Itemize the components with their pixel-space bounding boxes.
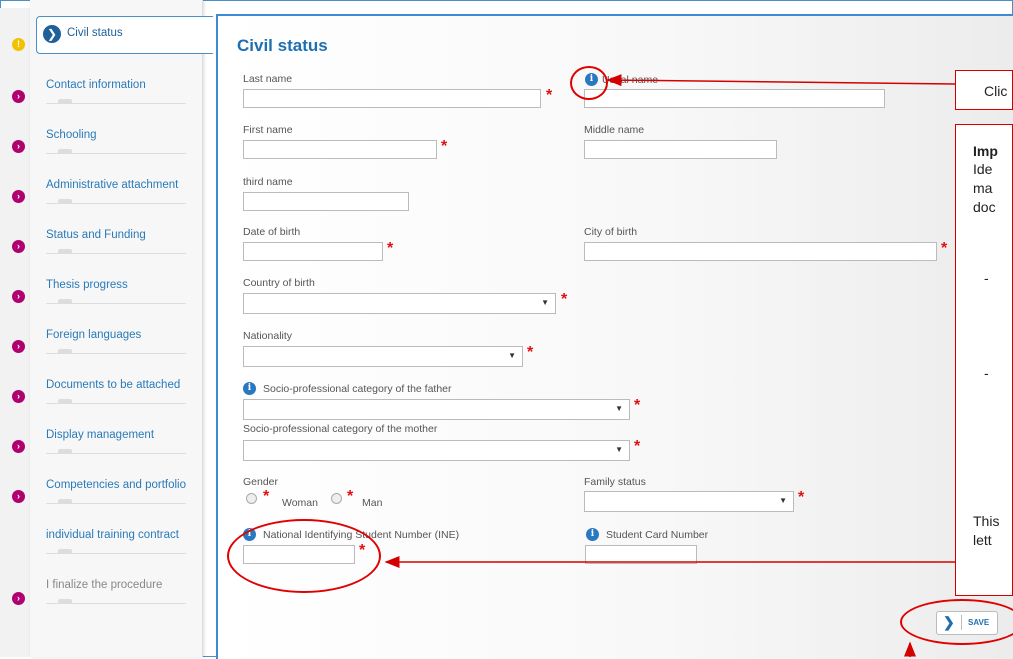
annotation-arrows <box>384 74 956 657</box>
annotation-arrow <box>606 74 956 87</box>
